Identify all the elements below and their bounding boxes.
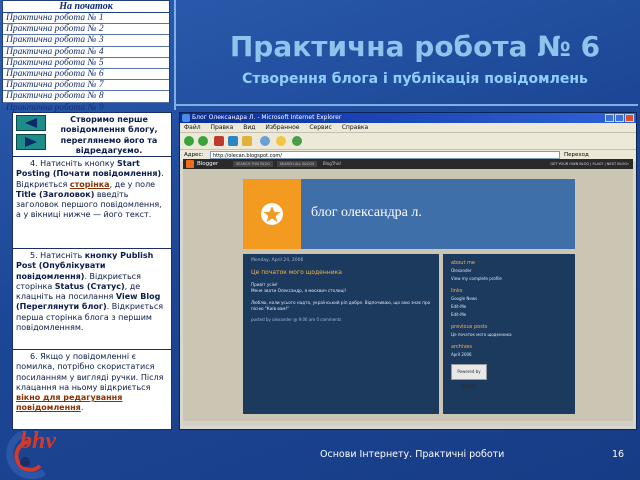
refresh-icon[interactable] [228,136,238,146]
search-all-blogs-button[interactable]: SEARCH ALL BLOGS [277,161,317,167]
browser-title: Блог Олександра Л. - Microsoft Internet … [192,114,342,121]
blog-name: блог олександра л. [311,205,422,220]
post-body-line-2: Мене звати Олександр, я москвич столиці! [251,288,347,293]
post-footer[interactable]: posted by olexander @ 9:06 am 0 comments [251,317,439,322]
logo-text: bhv [20,428,56,454]
browser-viewport: Blogger SEARCH THIS BLOG SEARCH ALL BLOG… [183,159,633,421]
instruction-step-4: 4. Натисніть кнопку Start Posting (Почат… [13,157,171,249]
ie-icon [182,114,190,122]
nav-home-link[interactable]: На початок [3,1,169,13]
step4-link-page[interactable]: сторінка [70,180,110,189]
archive-link[interactable]: April 2006 [451,352,575,358]
menu-edit[interactable]: Правка [211,124,234,131]
nav-item-work-1[interactable]: Практична робота № 1 [3,13,169,25]
browser-status-bar [183,421,633,426]
powered-by-blogger-badge[interactable]: Powered by Blogger [451,364,487,388]
footer-text: Основи Інтернету. Практичні роботи [320,449,505,460]
browser-title-bar: Блог Олександра Л. - Microsoft Internet … [180,113,636,123]
arrow-right-icon [25,137,37,147]
address-input[interactable]: http://olecan.blogspot.com/ [210,151,560,159]
home-icon[interactable] [242,136,252,146]
nav-item-work-4[interactable]: Практична робота № 4 [3,47,169,58]
menu-favorites[interactable]: Избранное [265,124,299,131]
star-icon [261,203,283,225]
links-heading: links [451,288,463,294]
blog-header-square [243,179,301,249]
blog-post-area: Monday, April 24, 2006 Це початок мого щ… [243,254,439,414]
nav-item-work-8[interactable]: Практична робота № 8 [3,91,169,103]
navigation-list: На початок Практична робота № 1 Практичн… [2,0,170,113]
menu-help[interactable]: Справка [342,124,368,131]
nav-item-work-3[interactable]: Практична робота № 3 [3,35,169,47]
navbar-right-links[interactable]: GET YOUR OWN BLOG | FLAG? | NEXT BLOG» [550,161,629,167]
minimize-icon[interactable] [605,114,614,122]
about-heading: about me [451,260,475,266]
step6-text-c: . [80,403,84,413]
close-icon[interactable] [625,114,634,122]
arrow-left-icon [25,118,37,128]
blog-sidebar: about me Olexander View my complete prof… [443,254,575,414]
slide-nav-buttons [16,115,46,153]
link-edit-me-2[interactable]: Edit-Me [451,312,575,318]
blog-header: блог олександра л. [243,179,575,249]
browser-toolbar [180,132,636,149]
browser-menu-bar: Файл Правка Вид Избранное Сервис Справка [180,123,636,132]
instructions-panel: Створимо перше повідомлення блогу, перег… [12,112,172,430]
slide-subtitle: Створення блога і публікація повідомлень [242,71,588,87]
prev-slide-button[interactable] [16,115,46,131]
step4-text-f: Title (Заголовок) [16,189,95,199]
divider-vertical [174,0,176,110]
profile-link[interactable]: View my complete profile [451,276,575,282]
browser-screenshot: Блог Олександра Л. - Microsoft Internet … [179,112,637,430]
search-icon[interactable] [260,136,270,146]
step4-text-e: , де у поле [109,179,156,189]
page-number: 16 [612,449,625,460]
search-this-blog-button[interactable]: SEARCH THIS BLOG [233,161,273,167]
forward-icon[interactable] [198,136,208,146]
post-title[interactable]: Це початок мого щоденника [251,269,439,276]
maximize-icon[interactable] [615,114,624,122]
nav-item-work-7[interactable]: Практична робота № 7 [3,80,169,92]
nav-item-work-5[interactable]: Практична робота № 5 [3,58,169,69]
instruction-step-6: 6. Якщо у повідомленні є помилка, потріб… [13,350,171,429]
history-icon[interactable] [292,136,302,146]
nav-item-work-6[interactable]: Практична робота № 6 [3,69,169,81]
post-date: Monday, April 24, 2006 [251,258,304,263]
menu-file[interactable]: Файл [184,124,201,131]
menu-view[interactable]: Вид [243,124,255,131]
blogger-label[interactable]: Blogger [197,159,218,169]
blogger-logo-icon [186,160,194,168]
link-google-news[interactable]: Google News [451,296,575,302]
menu-tools[interactable]: Сервис [309,124,331,131]
previous-posts-heading: previous posts [451,324,488,330]
favorites-icon[interactable] [276,136,286,146]
archives-heading: archives [451,344,472,350]
back-icon[interactable] [184,136,194,146]
step6-link-edit-window[interactable]: вікно для редагування повідомлення [16,393,122,412]
step5-text-a: 5. Натисніть [30,251,85,260]
instruction-intro: Створимо перше повідомлення блогу, перег… [13,113,171,157]
post-body-line-3: Люблю, коли усього надто, український рі… [251,300,431,311]
blogthis-link[interactable]: BlogThis! [323,159,342,169]
stop-icon[interactable] [214,136,224,146]
next-slide-button[interactable] [16,134,46,150]
slide-title: Практична робота № 6 [229,30,601,63]
about-name: Olexander [451,268,472,273]
step6-text-a: 6. Якщо у повідомленні є помилка, потріб… [16,352,164,392]
previous-post-link[interactable]: Це початок мого щоденника [451,332,575,338]
step5-text-d: Status (Статус) [54,281,125,291]
link-edit-me-1[interactable]: Edit-Me [451,304,575,310]
blogger-navbar: Blogger SEARCH THIS BLOG SEARCH ALL BLOG… [183,159,633,169]
instruction-step-5: 5. Натисніть кнопку Publish Post (Опублі… [13,249,171,350]
nav-item-work-2[interactable]: Практична робота № 2 [3,24,169,36]
divider-horizontal [176,104,638,106]
step4-text-a: 4. Натисніть кнопку [30,159,118,168]
